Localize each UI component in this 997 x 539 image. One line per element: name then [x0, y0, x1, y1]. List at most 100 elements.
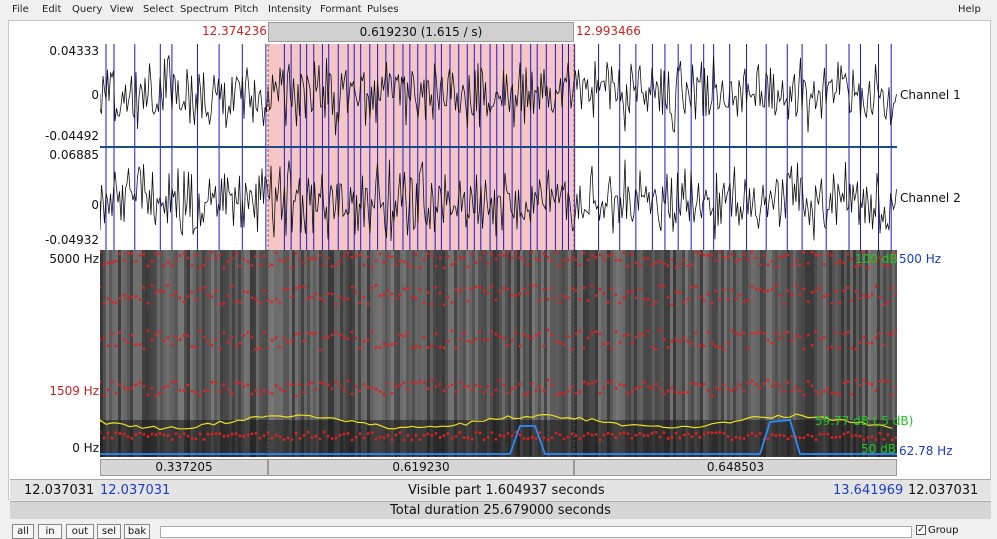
formant-point: [402, 381, 406, 384]
zoom-in-button[interactable]: in: [38, 524, 62, 539]
formant-point: [642, 298, 646, 301]
visible-part-row[interactable]: 12.037031 12.037031 Visible part 1.60493…: [10, 479, 991, 500]
time-scrollbar[interactable]: [160, 526, 912, 538]
formant-point: [738, 383, 742, 386]
formant-point: [502, 383, 506, 387]
formant-point: [154, 433, 158, 437]
formant-point: [486, 436, 490, 439]
menu-edit[interactable]: Edit: [42, 4, 61, 15]
formant-point: [250, 432, 254, 436]
formant-point: [150, 432, 154, 436]
formant-point: [234, 344, 238, 348]
menu-intensity[interactable]: Intensity: [268, 4, 312, 15]
formant-point: [854, 347, 858, 351]
formant-point: [770, 259, 774, 263]
formant-point: [790, 339, 794, 342]
formant-point: [382, 393, 386, 396]
formant-point: [502, 286, 506, 290]
formant-point: [774, 381, 778, 385]
formant-point: [714, 386, 718, 390]
formant-point: [790, 264, 794, 268]
formant-point: [782, 390, 786, 393]
formant-point: [218, 390, 222, 393]
formant-point: [802, 251, 806, 254]
formant-point: [534, 284, 538, 287]
segment-left[interactable]: 0.337205: [100, 459, 268, 476]
zoom-back-button[interactable]: bak: [124, 524, 150, 539]
formant-point: [382, 260, 386, 264]
menu-pulses[interactable]: Pulses: [367, 4, 399, 15]
zoom-out-button[interactable]: out: [66, 524, 94, 539]
formant-point: [102, 336, 106, 340]
menu-view[interactable]: View: [110, 4, 134, 15]
formant-point: [670, 340, 674, 343]
formant-point: [838, 435, 842, 439]
spectrogram-plot[interactable]: [98, 249, 898, 458]
spectrogram-panel[interactable]: [98, 249, 898, 458]
formant-point: [110, 380, 114, 384]
formant-point: [262, 254, 266, 258]
formant-point: [842, 289, 846, 293]
formant-point: [122, 432, 126, 436]
formant-point: [194, 298, 198, 301]
formant-point: [734, 435, 738, 439]
formant-point: [874, 438, 878, 441]
menu-file[interactable]: File: [12, 4, 29, 15]
formant-point: [122, 386, 126, 390]
formant-point: [330, 333, 334, 337]
ch2-ymax: 0.06885: [49, 148, 99, 162]
formant-point: [158, 432, 162, 435]
formant-point: [162, 264, 166, 268]
ch1-ymin: -0.04492: [45, 129, 99, 143]
menu-query[interactable]: Query: [72, 4, 102, 15]
total-duration-row[interactable]: Total duration 25.679000 seconds: [10, 501, 991, 519]
formant-point: [482, 337, 486, 341]
formant-point: [282, 287, 286, 291]
formant-point: [154, 394, 158, 398]
group-checkbox[interactable]: ✓ Group: [916, 525, 958, 536]
formant-point: [362, 263, 366, 267]
zoom-sel-button[interactable]: sel: [97, 524, 121, 539]
formant-point: [862, 378, 866, 382]
formant-point: [782, 254, 786, 258]
menu-spectrum[interactable]: Spectrum: [180, 4, 228, 15]
formant-point: [222, 331, 226, 335]
zoom-all-button[interactable]: all: [12, 524, 34, 539]
formant-point: [362, 295, 366, 299]
formant-point: [654, 261, 658, 265]
formant-point: [314, 292, 318, 296]
formant-point: [230, 257, 234, 260]
segment-middle[interactable]: 0.619230: [268, 459, 574, 476]
formant-point: [566, 435, 570, 439]
formant-point: [774, 265, 778, 269]
formant-point: [434, 264, 438, 268]
formant-point: [770, 287, 774, 291]
formant-point: [210, 343, 214, 347]
segment-right[interactable]: 0.648503: [574, 459, 897, 476]
formant-point: [210, 250, 214, 254]
formant-point: [534, 257, 538, 261]
formant-point: [106, 261, 110, 265]
menu-select[interactable]: Select: [143, 4, 174, 15]
formant-point: [570, 385, 574, 389]
menu-pitch[interactable]: Pitch: [234, 4, 258, 15]
formant-point: [798, 335, 802, 339]
formant-point: [302, 261, 306, 265]
formant-point: [650, 303, 654, 307]
formant-point: [802, 393, 806, 397]
selection-duration-bar[interactable]: 0.619230 (1.615 / s): [268, 22, 574, 42]
formant-point: [542, 288, 546, 291]
formant-point: [614, 330, 618, 334]
waveform-plot[interactable]: [99, 44, 897, 250]
formant-point: [770, 433, 774, 437]
formant-point: [646, 297, 650, 301]
formant-point: [882, 438, 886, 441]
formant-point: [510, 434, 514, 438]
waveform-panel[interactable]: [99, 44, 897, 250]
formant-point: [842, 332, 846, 336]
formant-point: [262, 388, 266, 392]
menu-formant[interactable]: Formant: [320, 4, 362, 15]
formant-point: [666, 264, 670, 268]
menu-help[interactable]: Help: [958, 4, 981, 15]
formant-point: [370, 431, 374, 435]
